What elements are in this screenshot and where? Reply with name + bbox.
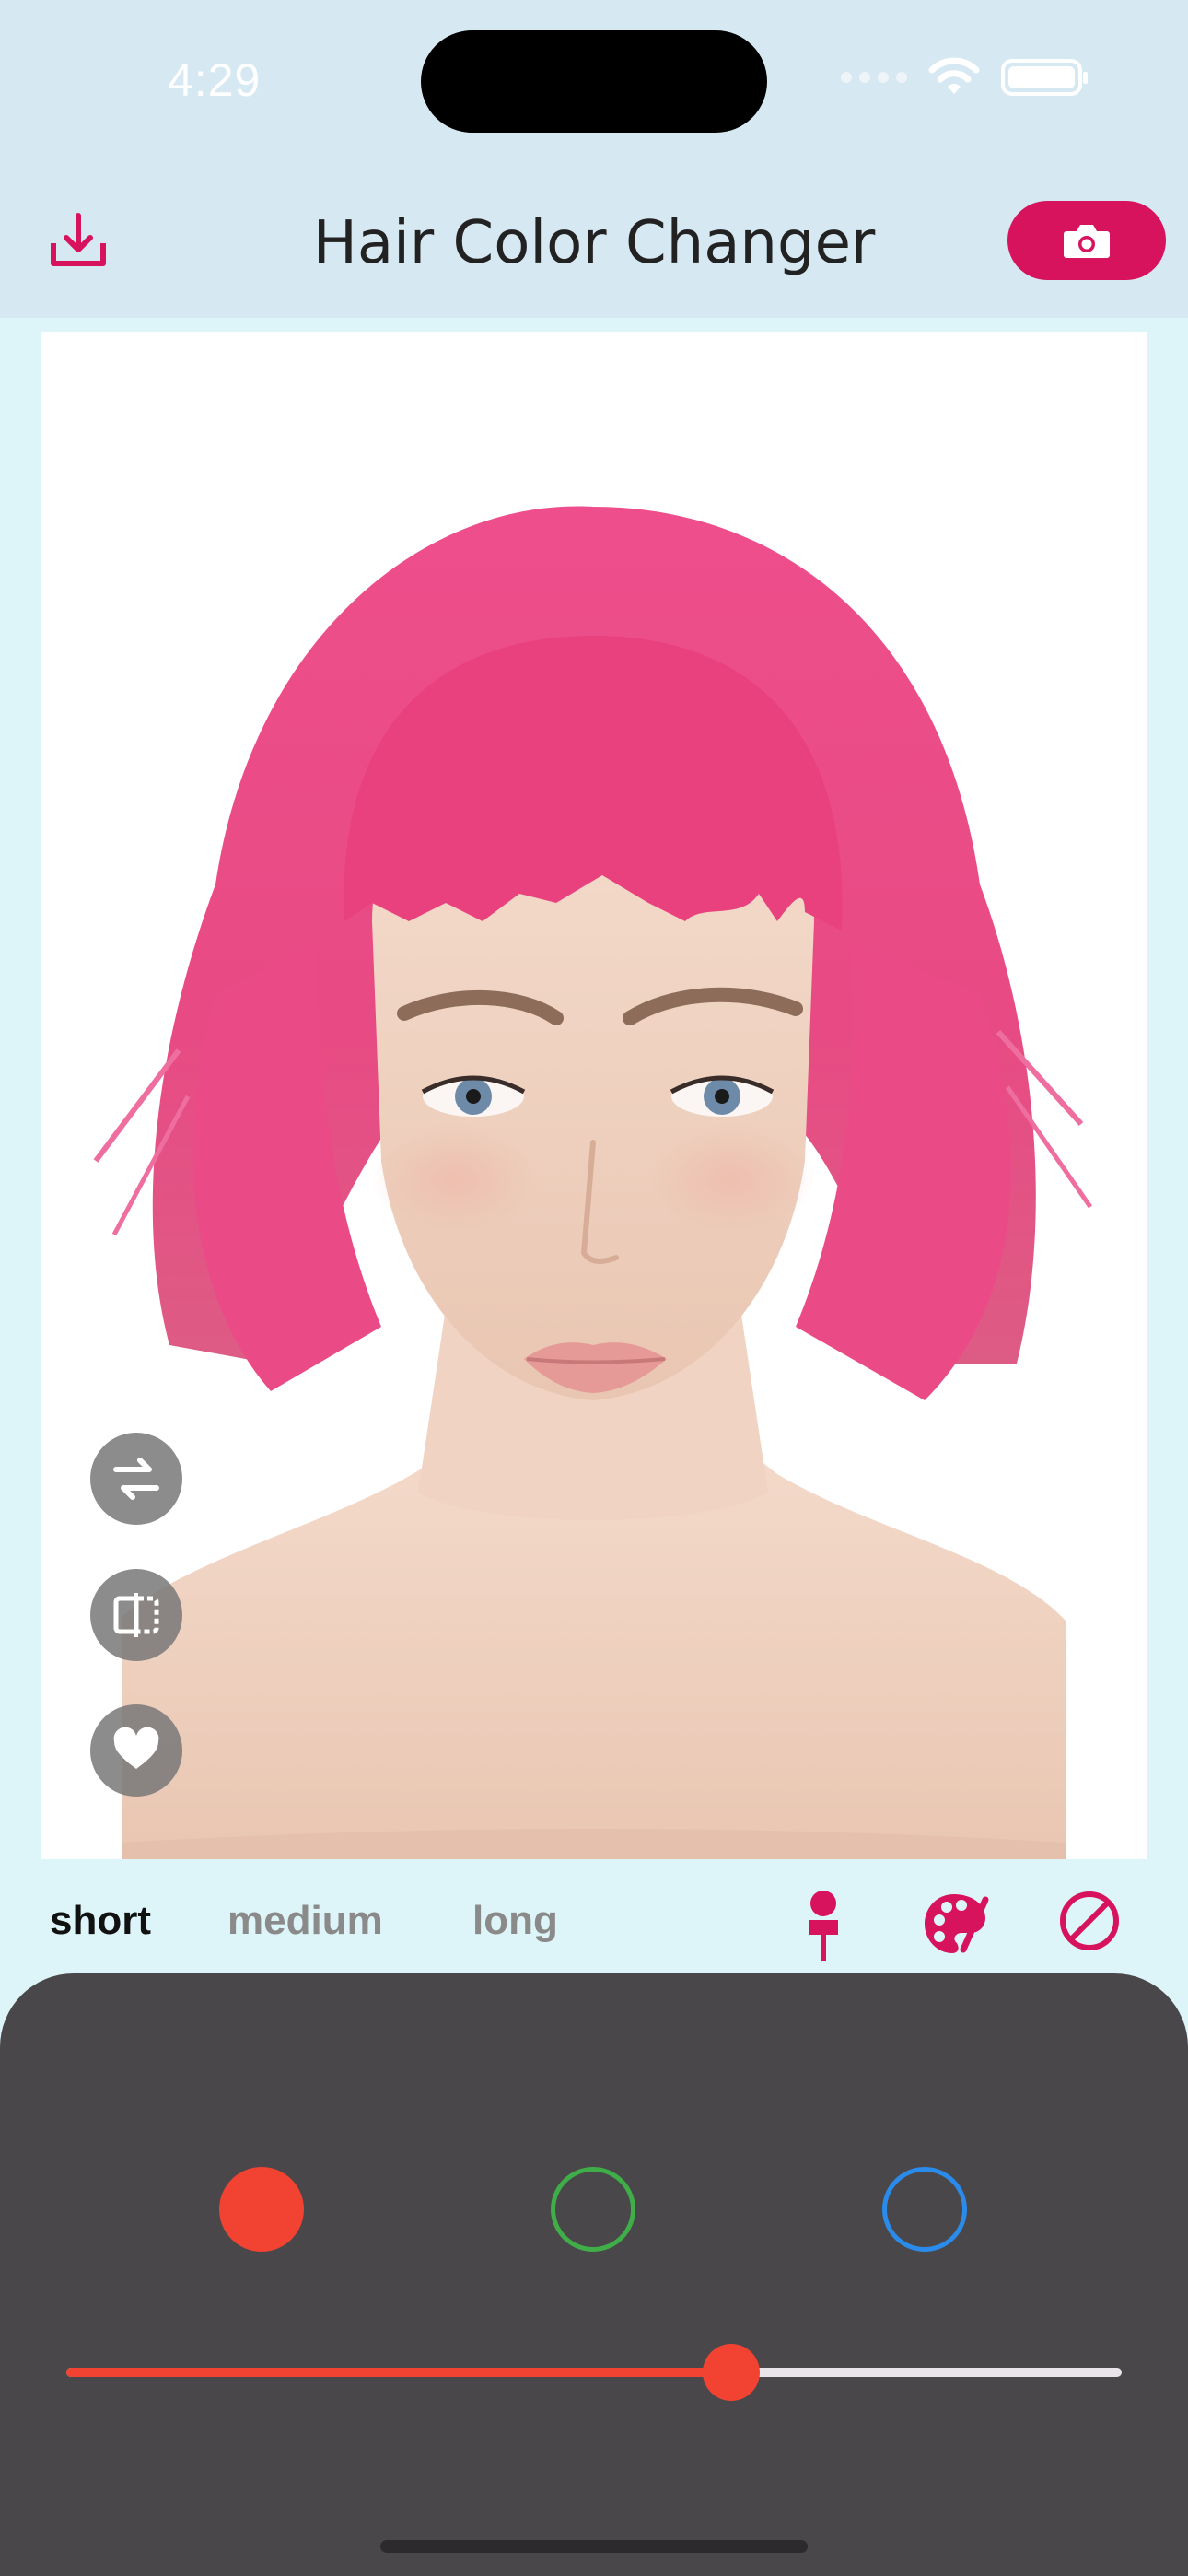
- slider-thumb[interactable]: [702, 2344, 760, 2401]
- slider-fill: [66, 2368, 731, 2377]
- cellular-signal-icon: [841, 72, 907, 83]
- palette-icon: [925, 1894, 989, 1953]
- battery-icon: [1001, 59, 1088, 96]
- photo-preview[interactable]: [41, 332, 1147, 1859]
- pin-icon: [809, 1891, 838, 1961]
- swatch-red[interactable]: [219, 2167, 304, 2252]
- tab-short[interactable]: short: [50, 1898, 151, 1944]
- no-color-icon: [1060, 1891, 1119, 1950]
- status-indicators: [841, 57, 1088, 98]
- tab-long[interactable]: long: [472, 1898, 558, 1944]
- palette-button[interactable]: [921, 1889, 989, 1955]
- pin-button[interactable]: [790, 1889, 856, 1961]
- model-photo: [93, 506, 1093, 1859]
- tab-medium[interactable]: medium: [227, 1898, 383, 1944]
- swatch-blue[interactable]: [882, 2167, 967, 2252]
- camera-button[interactable]: [1007, 201, 1166, 280]
- dynamic-island: [421, 30, 767, 133]
- intensity-slider[interactable]: [66, 2344, 1122, 2401]
- favorite-button[interactable]: [90, 1704, 182, 1797]
- status-time: 4:29: [168, 54, 262, 106]
- camera-icon: [1064, 225, 1110, 258]
- swap-button[interactable]: [90, 1433, 182, 1525]
- compare-button[interactable]: [90, 1569, 182, 1661]
- compare-split-icon: [113, 1593, 159, 1637]
- swatch-green[interactable]: [551, 2167, 635, 2252]
- wifi-icon: [928, 57, 980, 94]
- color-panel: [0, 1973, 1188, 2576]
- heart-icon: [113, 1727, 159, 1769]
- swap-icon: [113, 1458, 159, 1500]
- no-color-button[interactable]: [1057, 1889, 1124, 1955]
- home-indicator: [380, 2540, 808, 2553]
